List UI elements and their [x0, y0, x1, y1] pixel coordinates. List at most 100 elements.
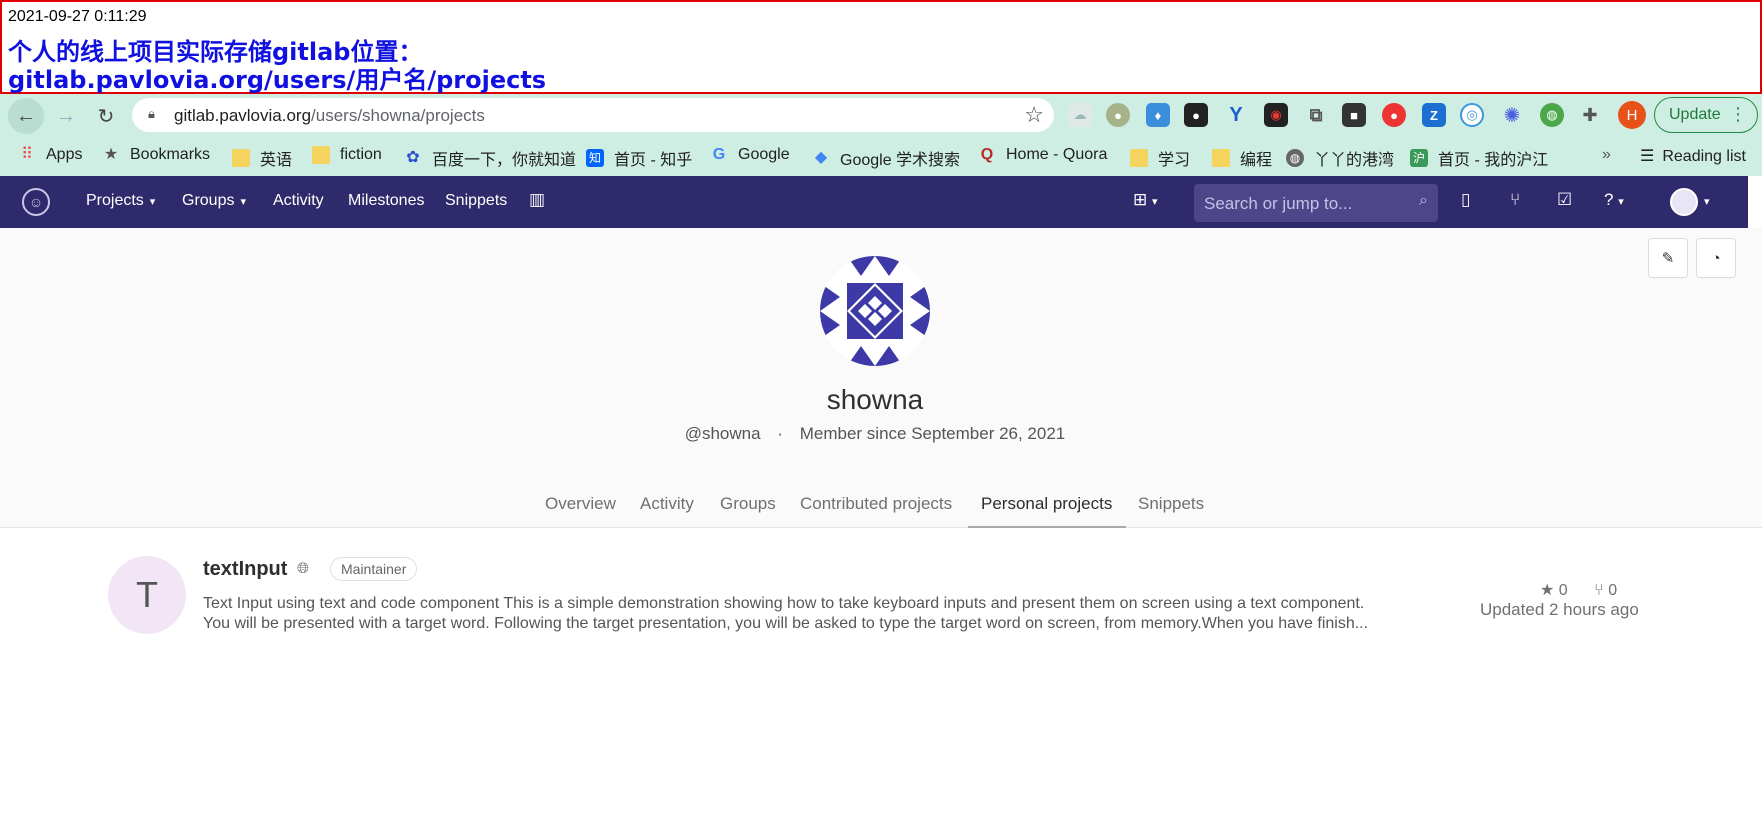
bookmark-label: Google 学术搜索 — [840, 152, 961, 169]
extension-square-icon[interactable]: ■ — [1342, 103, 1366, 127]
bookmarks-more-button[interactable]: » — [1602, 146, 1611, 164]
extension-target-icon[interactable]: ◎ — [1460, 103, 1484, 127]
back-button[interactable]: ← — [8, 98, 44, 134]
bookmark-zhihu[interactable]: 知首页 - 知乎 — [586, 146, 692, 170]
extension-globe-icon[interactable]: ◍ — [1540, 103, 1564, 127]
user-avatar[interactable] — [1670, 188, 1698, 216]
extension-camera-icon[interactable]: ◉ — [1264, 103, 1288, 127]
extension-cloud-icon[interactable]: ☁ — [1068, 103, 1092, 127]
bookmark-english[interactable]: 英语 — [232, 146, 292, 170]
bookmark-scholar[interactable]: ◆ Google 学术搜索 — [812, 146, 960, 170]
nav-groups[interactable]: Groups ▾ — [182, 192, 246, 210]
bookmark-baidu[interactable]: ✿ 百度一下，你就知道 — [404, 146, 576, 170]
bookmark-star-icon[interactable]: ☆ — [1024, 102, 1044, 128]
star-count-link[interactable]: ★ 0 — [1540, 582, 1568, 599]
address-bar[interactable]: 🔒︎ gitlab.pavlovia.org/users/showna/proj… — [132, 98, 1054, 132]
merge-requests-icon[interactable]: ⑂ — [1510, 190, 1520, 210]
bookmark-apps[interactable]: ⠿ Apps — [18, 146, 82, 164]
nav-projects[interactable]: Projects ▾ — [86, 192, 155, 210]
bookmark-label: fiction — [340, 146, 382, 163]
extension-gear-blue-icon[interactable]: ✺ — [1500, 103, 1524, 127]
project-description: Text Input using text and code component… — [203, 594, 1461, 634]
analytics-chart-icon[interactable]: ▥ — [529, 190, 545, 210]
bookmark-study[interactable]: 学习 — [1130, 146, 1190, 170]
url-text: gitlab.pavlovia.org/users/showna/project… — [174, 106, 485, 126]
folder-icon — [1130, 149, 1148, 167]
forward-button[interactable]: → — [48, 98, 84, 134]
reading-list-label: Reading list — [1662, 148, 1746, 165]
new-item-plus-icon[interactable]: ⊞ ▾ — [1133, 190, 1158, 210]
folder-icon — [1212, 149, 1230, 167]
bookmark-label: 学习 — [1158, 152, 1191, 169]
bookmark-google[interactable]: G Google — [710, 146, 790, 164]
project-name-link[interactable]: textInput — [203, 558, 287, 581]
issues-icon[interactable]: ▯ — [1461, 190, 1470, 210]
nav-projects-label: Projects — [86, 192, 144, 209]
extension-copy-icon[interactable]: ⧉ — [1304, 103, 1328, 127]
update-label: Update — [1669, 106, 1721, 123]
bookmark-fiction[interactable]: fiction — [312, 146, 382, 164]
bookmark-yaya[interactable]: ◍ 丫丫的港湾 — [1286, 146, 1394, 170]
updated-time: Updated 2 hours ago — [1480, 600, 1639, 619]
chevron-down-icon[interactable]: ▾ — [1704, 195, 1710, 208]
tab-groups[interactable]: Groups — [720, 494, 776, 514]
rss-button[interactable]: ◔ — [1696, 238, 1736, 278]
arrow-right-icon: → — [56, 104, 76, 127]
extension-z-icon[interactable]: Z — [1422, 103, 1446, 127]
search-input[interactable]: Search or jump to... ⌕ — [1194, 184, 1438, 222]
tab-snippets[interactable]: Snippets — [1138, 494, 1204, 514]
annotation-line-2: gitlab.pavlovia.org/users/用户名/projects — [8, 66, 547, 94]
extension-y-icon[interactable]: Y — [1224, 103, 1248, 127]
profile-meta: @showna · Member since September 26, 202… — [0, 424, 1750, 444]
url-host: gitlab.pavlovia.org — [174, 106, 312, 125]
extension-tomato-icon[interactable]: ● — [1382, 103, 1406, 127]
reload-button[interactable]: ↻ — [88, 98, 124, 134]
bookmark-label: 英语 — [260, 152, 293, 169]
scholar-icon: ◆ — [814, 149, 828, 166]
member-since: Member since September 26, 2021 — [799, 424, 1066, 443]
folder-icon — [312, 146, 330, 164]
arrow-left-icon: ← — [16, 104, 36, 127]
quora-icon: Q — [980, 146, 994, 163]
extensions-puzzle-icon[interactable]: ✚ — [1578, 103, 1602, 127]
profile-tabs: Overview Activity Groups Contributed pro… — [0, 486, 1762, 528]
annotation-timestamp: 2021-09-27 0:11:29 — [8, 8, 147, 25]
update-button[interactable]: Update ⋮ — [1654, 97, 1758, 133]
bookmark-coding[interactable]: 编程 — [1212, 146, 1272, 170]
tab-personal-projects[interactable]: Personal projects — [981, 494, 1112, 514]
fork-count-link[interactable]: ⑂ 0 — [1594, 582, 1617, 599]
description-line-1: Text Input using text and code component… — [203, 595, 1365, 612]
fork-count: 0 — [1608, 582, 1618, 599]
star-icon: ★ — [1540, 582, 1555, 599]
bookmark-hujiang[interactable]: 沪首页 - 我的沪江 — [1410, 146, 1548, 170]
profile-handle: @showna — [684, 424, 761, 443]
extension-bird-icon[interactable]: ♦ — [1146, 103, 1170, 127]
nav-snippets[interactable]: Snippets — [445, 192, 507, 210]
nav-activity[interactable]: Activity — [273, 192, 324, 210]
bookmark-label: Home - Quora — [1006, 146, 1108, 163]
bookmarks-bar: ⠿ Apps ★ Bookmarks 英语 fiction ✿ 百度一下，你就知道 知… — [0, 138, 1762, 174]
chevron-down-icon: ▾ — [149, 196, 156, 208]
extension-ghost-icon[interactable]: ● — [1184, 103, 1208, 127]
bookmark-label: 丫丫的港湾 — [1314, 152, 1395, 169]
bookmark-bookmarks[interactable]: ★ Bookmarks — [102, 146, 210, 164]
profile-avatar[interactable]: H — [1618, 101, 1646, 129]
extension-circle-icon[interactable]: ● — [1106, 103, 1130, 127]
help-icon[interactable]: ? ▾ — [1604, 190, 1624, 210]
nav-milestones[interactable]: Milestones — [348, 192, 424, 210]
rss-icon: ◔ — [1711, 249, 1721, 267]
reading-list-icon: ☰ — [1640, 148, 1655, 165]
edit-profile-button[interactable]: ✎ — [1648, 238, 1688, 278]
tab-contributed-projects[interactable]: Contributed projects — [800, 494, 952, 514]
tab-overview[interactable]: Overview — [545, 494, 616, 514]
project-avatar[interactable]: T — [108, 556, 186, 634]
bookmark-quora[interactable]: Q Home - Quora — [978, 146, 1108, 164]
bookmark-label: Google — [738, 146, 790, 163]
project-list-item[interactable]: T textInput 🌐︎ Maintainer Text Input usi… — [0, 528, 1762, 638]
tab-activity[interactable]: Activity — [640, 494, 694, 514]
reading-list-button[interactable]: ☰ Reading list — [1640, 146, 1746, 166]
todos-check-icon[interactable]: ☑ — [1557, 190, 1572, 210]
pavlovia-logo-icon[interactable]: ☺ — [22, 188, 50, 216]
profile-avatar-identicon — [820, 256, 930, 366]
role-badge: Maintainer — [330, 557, 418, 581]
